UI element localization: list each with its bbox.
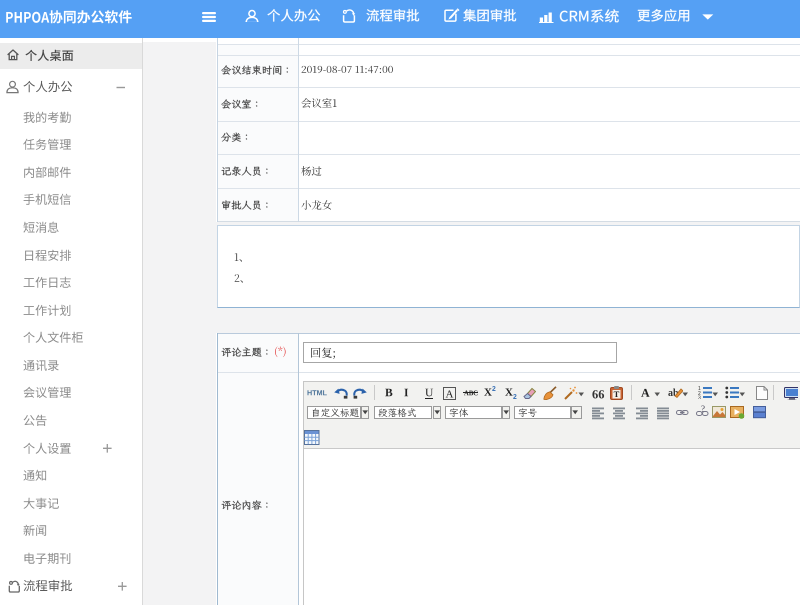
svg-text:A: A bbox=[446, 388, 454, 400]
svg-text:?: ? bbox=[701, 405, 705, 414]
svg-text:3: 3 bbox=[698, 396, 701, 400]
svg-text:T: T bbox=[614, 389, 620, 399]
